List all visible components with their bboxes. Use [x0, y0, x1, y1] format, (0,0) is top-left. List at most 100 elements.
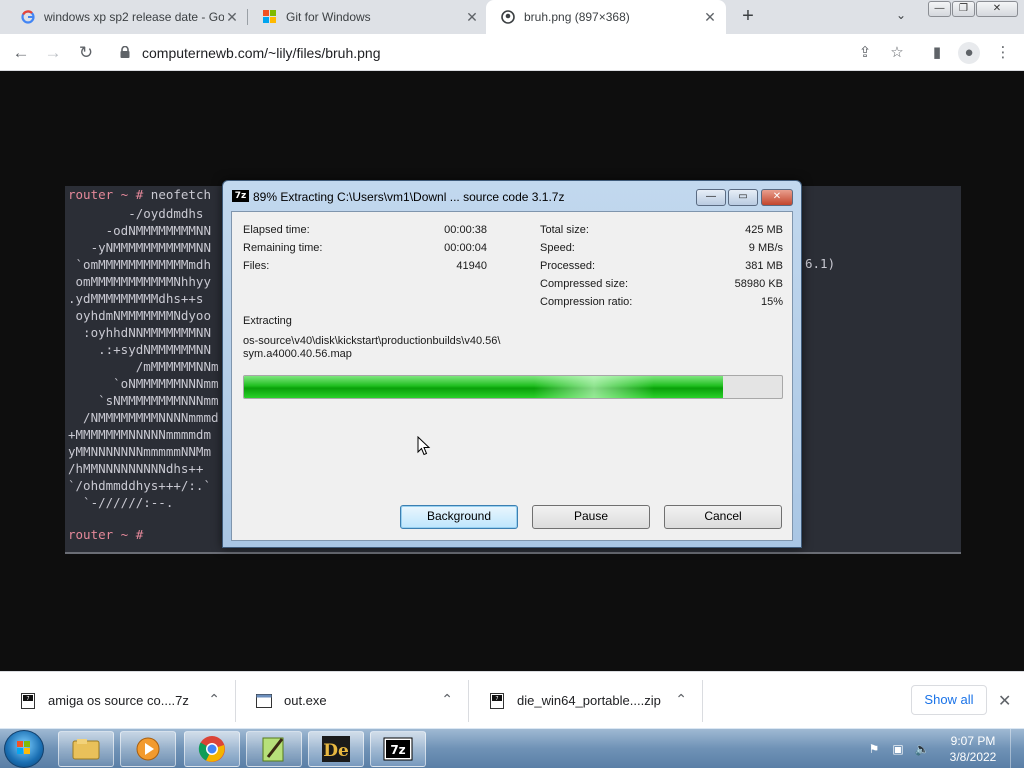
compression-ratio-value: 15% [760, 296, 783, 308]
mouse-cursor-icon [417, 436, 431, 456]
total-size-label: Total size: [540, 224, 589, 236]
7zip-extract-dialog: 7z 89% Extracting C:\Users\vm1\Downl ...… [222, 180, 802, 548]
ascii-art-line: `oNMMMMMMNNNmm [68, 376, 219, 391]
download-filename: amiga os source co....7z [48, 693, 189, 708]
chevron-up-icon[interactable]: ⌃ [441, 691, 453, 708]
tab-google-search[interactable]: windows xp sp2 release date - Go ✕ [6, 0, 248, 34]
pause-button[interactable]: Pause [532, 505, 650, 529]
close-download-shelf-icon[interactable]: ✕ [998, 691, 1011, 711]
operation-label: Extracting [243, 315, 292, 327]
download-item[interactable]: out.exe ⌃ [236, 672, 469, 729]
tab-title: bruh.png (897×368) [524, 10, 630, 24]
browser-toolbar: ← → ↻ computernewb.com/~lily/files/bruh.… [0, 34, 1024, 71]
cancel-button[interactable]: Cancel [664, 505, 782, 529]
neofetch-ascii-art: -/oyddmdhs -odNMMMMMMMMNN -yNMMMMMMMMMMM… [68, 205, 219, 511]
ascii-art-line: `omMMMMMMMMMMMMmdh [68, 257, 211, 272]
action-center-flag-icon[interactable]: ⚑ [866, 741, 882, 757]
dialog-body: Elapsed time: 00:00:38 Remaining time: 0… [231, 211, 793, 541]
tab-close-icon[interactable]: ✕ [702, 9, 718, 26]
google-icon [20, 9, 36, 25]
notepad-plus-plus-icon [262, 737, 284, 762]
tab-bruh-png[interactable]: bruh.png (897×368) ✕ [486, 0, 726, 34]
tab-title: windows xp sp2 release date - Go [44, 10, 224, 24]
files-value: 41940 [456, 260, 487, 272]
dialog-titlebar[interactable]: 7z 89% Extracting C:\Users\vm1\Downl ...… [223, 181, 801, 209]
network-icon[interactable]: ▣ [890, 741, 906, 757]
detect-it-easy-icon: De [322, 736, 350, 762]
chevron-up-icon[interactable]: ⌃ [675, 691, 687, 708]
neofetch-side-text: 6.1) [805, 256, 836, 271]
dialog-minimize-button[interactable]: — [696, 189, 726, 206]
clock-time[interactable]: 9:07 PM [946, 734, 1000, 748]
speed-value: 9 MB/s [748, 242, 783, 254]
volume-icon[interactable]: 🔈 [914, 741, 930, 757]
folder-icon [72, 739, 100, 760]
ascii-art-line: /mMMMMMMNNm [68, 359, 219, 374]
side-panel-icon[interactable]: ▮ [928, 44, 946, 62]
address-bar[interactable]: computernewb.com/~lily/files/bruh.png [112, 38, 920, 67]
reload-icon[interactable]: ↻ [75, 42, 97, 64]
show-desktop-button[interactable] [1010, 729, 1024, 768]
elapsed-time-value: 00:00:38 [444, 224, 487, 236]
taskbar-7zip[interactable]: 7z [370, 731, 426, 767]
window-minimize-button[interactable]: — [928, 1, 951, 17]
window-restore-button[interactable]: ❐ [952, 1, 975, 17]
browser-tab-strip: windows xp sp2 release date - Go ✕ Git f… [0, 0, 1024, 34]
7zip-taskbar-icon: 7z [383, 737, 413, 761]
chrome-icon [198, 736, 225, 762]
ascii-art-line: yMMNNNNNNNmmmmmNNMm [68, 444, 211, 459]
dialog-close-button[interactable]: ✕ [761, 189, 793, 206]
tab-search-chevron-icon[interactable]: ⌄ [896, 8, 906, 22]
ascii-art-line: `-//////:--. [68, 495, 174, 510]
back-arrow-icon[interactable]: ← [10, 42, 32, 64]
background-button[interactable]: Background [400, 505, 518, 529]
clock-date[interactable]: 3/8/2022 [946, 750, 1000, 764]
new-tab-button[interactable]: + [738, 6, 758, 26]
ascii-art-line: -/oyddmdhs [68, 206, 204, 221]
system-tray: ⚑ ▣ 🔈 [862, 735, 942, 763]
archive-file-icon: 7 [20, 692, 36, 709]
image-icon [500, 9, 516, 25]
taskbar-notepad-plus-plus[interactable] [246, 731, 302, 767]
terminal-prompt-bottom: router ~ # [68, 527, 144, 542]
progress-bar-shine [534, 376, 654, 398]
tab-close-icon[interactable]: ✕ [464, 9, 480, 26]
window-close-button[interactable]: ✕ [976, 1, 1018, 17]
taskbar-media-player[interactable] [120, 731, 176, 767]
bookmark-star-icon[interactable]: ☆ [888, 44, 906, 62]
tab-title: Git for Windows [286, 10, 371, 24]
menu-kebab-icon[interactable]: ⋮ [994, 44, 1012, 62]
windows-logo-icon [17, 741, 30, 754]
remaining-time-label: Remaining time: [243, 242, 323, 254]
elapsed-time-label: Elapsed time: [243, 224, 310, 236]
processed-label: Processed: [540, 260, 596, 272]
show-all-downloads-button[interactable]: Show all [911, 685, 987, 715]
compressed-size-label: Compressed size: [540, 278, 629, 290]
dialog-maximize-button[interactable]: ▭ [728, 189, 758, 206]
git-icon [262, 9, 278, 25]
taskbar-google-chrome[interactable] [184, 731, 240, 767]
processed-value: 381 MB [745, 260, 783, 272]
windows-taskbar: De 7z ⚑ ▣ 🔈 9:07 PM 3/8/2022 [0, 728, 1024, 768]
start-button-orb[interactable] [4, 730, 44, 768]
chevron-up-icon[interactable]: ⌃ [208, 691, 220, 708]
ascii-art-line: +MMMMMMMNNNNNmmmmdm [68, 427, 211, 442]
extraction-progress-bar [243, 375, 783, 399]
tab-git-for-windows[interactable]: Git for Windows ✕ [248, 0, 488, 34]
terminal-top-line: router ~ # neofetch [68, 187, 211, 202]
speed-label: Speed: [540, 242, 575, 254]
terminal-prompt: router ~ # [68, 187, 151, 202]
current-file-name: sym.a4000.40.56.map [243, 348, 352, 360]
download-item[interactable]: 7 die_win64_portable....zip ⌃ [469, 672, 703, 729]
tab-close-icon[interactable]: ✕ [224, 9, 240, 26]
compression-ratio-label: Compression ratio: [540, 296, 633, 308]
profile-avatar-icon[interactable]: ● [958, 42, 980, 64]
ascii-art-line: /NMMMMMMMMNNNNmmmd [68, 410, 219, 425]
compressed-size-value: 58980 KB [734, 278, 783, 290]
taskbar-detect-it-easy[interactable]: De [308, 731, 364, 767]
taskbar-windows-explorer[interactable] [58, 731, 114, 767]
share-icon[interactable]: ⇪ [856, 44, 874, 62]
exe-file-icon [256, 693, 272, 709]
forward-arrow-icon[interactable]: → [42, 42, 64, 64]
download-item[interactable]: 7 amiga os source co....7z ⌃ [0, 672, 236, 729]
